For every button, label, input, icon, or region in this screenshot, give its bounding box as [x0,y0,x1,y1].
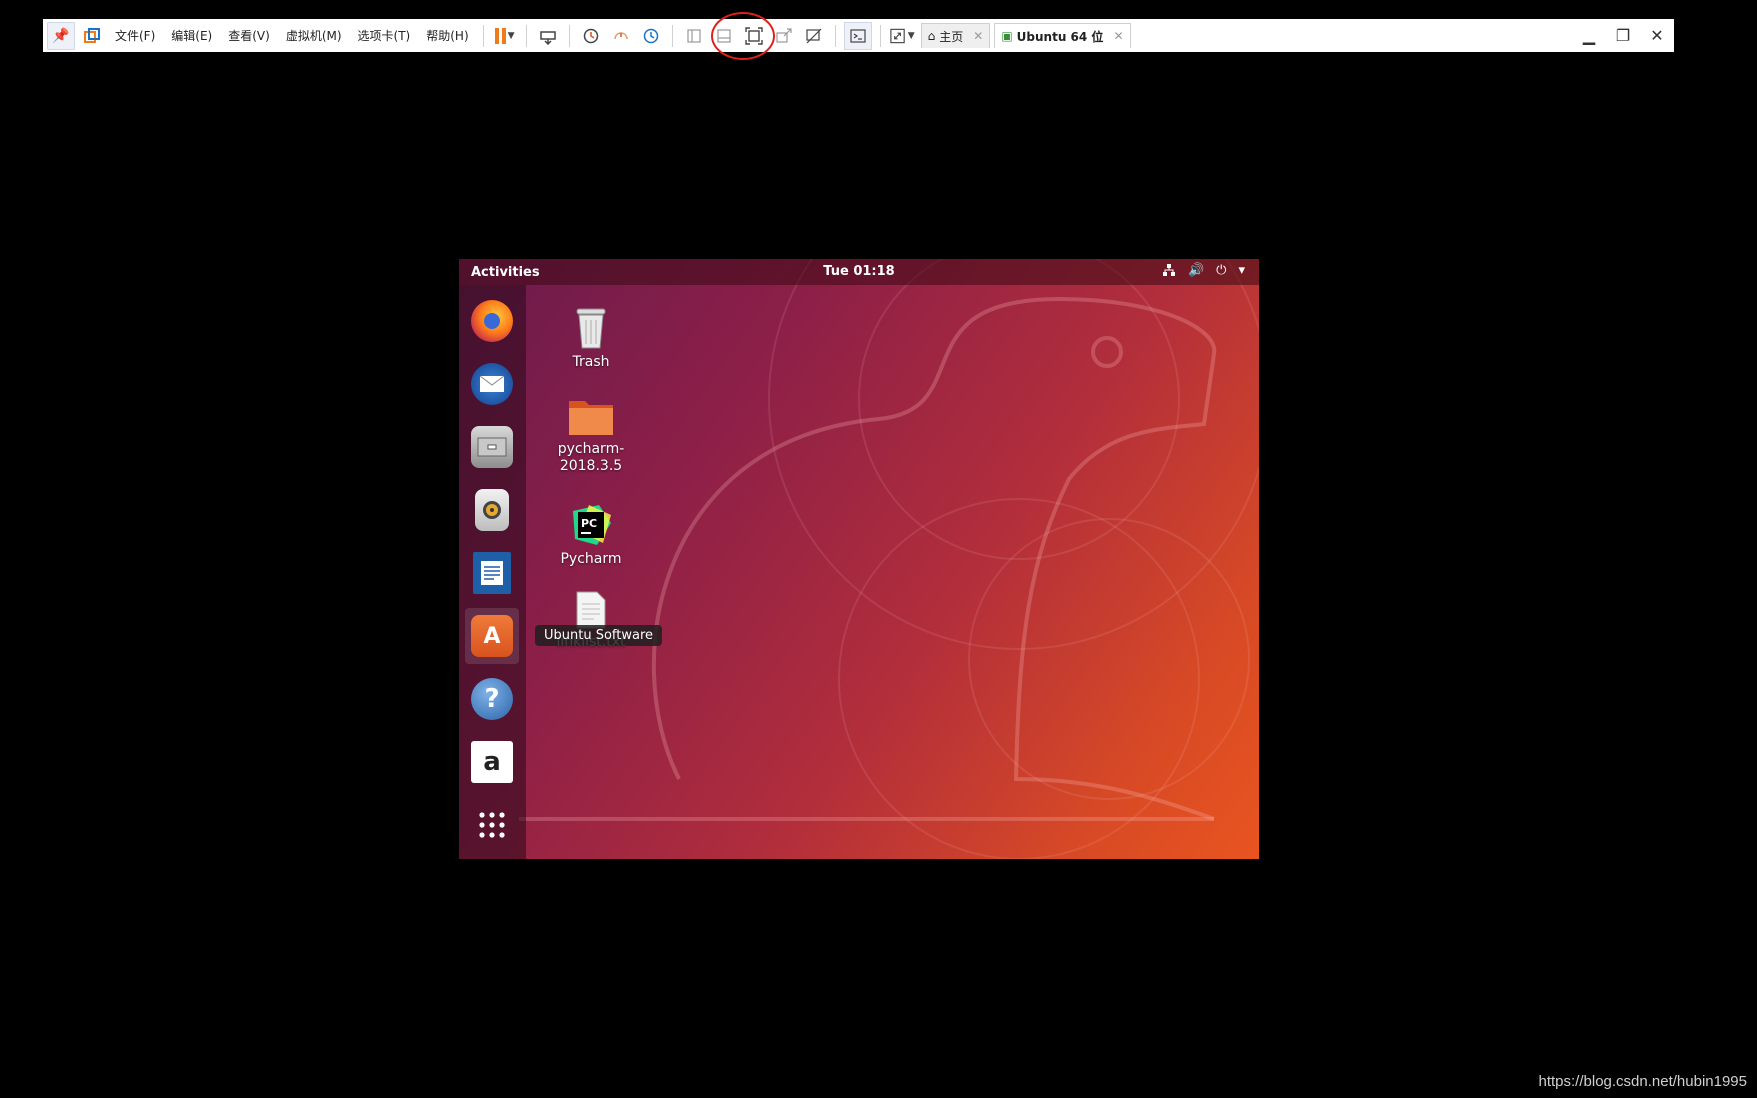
terminal-icon[interactable] [843,21,872,50]
minimize-icon[interactable]: ▁ [1578,25,1600,47]
restore-icon[interactable]: ❐ [1612,25,1634,47]
pycharm-icon: PC [569,503,613,547]
trash-label: Trash [572,354,610,370]
dock-item-thunderbird[interactable] [465,356,519,412]
toolbar-divider [879,24,881,47]
thumbnail-bar-icon[interactable] [711,23,737,49]
menu-edit[interactable]: 编辑(E) [163,27,220,44]
home-icon: ⌂ [927,29,936,43]
show-library-icon[interactable] [681,23,707,49]
close-icon[interactable]: ✕ [1113,29,1123,43]
dock-tooltip: Ubuntu Software [535,625,663,646]
revert-snapshot-icon[interactable] [608,23,634,49]
tab-home-label: 主页 [939,29,964,44]
pycharm-folder-label-line1: pycharm- [557,441,625,457]
toolbar-divider [525,24,527,47]
dock-item-show-applications[interactable] [465,797,519,853]
firefox-icon [471,300,513,342]
stretch-guest-icon[interactable]: ▼ [889,23,915,49]
dock-item-firefox[interactable] [465,293,519,349]
pause-icon[interactable]: ▼ [492,23,518,49]
watermark: https://blog.csdn.net/hubin1995 [1538,1073,1748,1090]
window-controls: ▁ ❐ ✕ [1578,25,1674,47]
chevron-down-icon[interactable]: ▾ [1238,263,1245,281]
files-icon [471,426,513,468]
toolbar-divider [482,24,484,47]
clock[interactable]: Tue 01:18 [459,264,1259,279]
close-icon[interactable]: ✕ [973,29,983,43]
text-file-icon [573,590,609,630]
dock-item-amazon[interactable]: a [465,734,519,790]
snapshot-icon[interactable] [578,23,604,49]
ubuntu-desktop[interactable]: Activities Tue 01:18 🔊 ⏻ ▾ A ? a Trash p… [459,259,1259,859]
dock-item-files[interactable] [465,419,519,475]
pycharm-folder-label-line2: 2018.3.5 [559,458,623,474]
pin-icon[interactable]: 📌 [47,21,75,50]
dock-item-ubuntu-software[interactable]: A [465,608,519,664]
close-window-icon[interactable]: ✕ [1646,25,1668,47]
app-grid-icon [471,804,513,846]
volume-icon[interactable]: 🔊 [1188,263,1204,281]
dock-item-writer[interactable] [465,545,519,601]
writer-icon [473,552,511,594]
vm-toolbar: 📌 文件(F) 编辑(E) 查看(V) 虚拟机(M) 选项卡(T) 帮助(H) … [43,19,1674,52]
amazon-icon: a [471,741,513,783]
unity-icon[interactable] [771,23,797,49]
toolbar-divider [834,24,836,47]
ubuntu-dock: A ? a [459,285,526,859]
send-ctrl-alt-del-icon[interactable] [535,23,561,49]
dock-item-rhythmbox[interactable] [465,482,519,538]
trash-icon [571,306,611,350]
svg-text:PC: PC [581,517,597,530]
help-icon: ? [471,678,513,720]
network-icon[interactable] [1162,263,1176,281]
gnome-top-bar: Activities Tue 01:18 🔊 ⏻ ▾ [459,259,1259,285]
menu-view[interactable]: 查看(V) [220,27,278,44]
console-view-icon[interactable] [801,23,827,49]
software-icon: A [471,615,513,657]
desktop-item-pycharm[interactable]: PC Pycharm [543,503,639,568]
dock-item-help[interactable]: ? [465,671,519,727]
vm-icon: ▣ [1001,29,1013,43]
folder-icon [567,397,615,437]
menu-tabs[interactable]: 选项卡(T) [350,27,419,44]
snapshot-manager-icon[interactable] [638,23,664,49]
desktop-item-pycharm-folder[interactable]: pycharm- 2018.3.5 [543,397,639,475]
power-icon[interactable]: ⏻ [1216,263,1226,281]
tab-home[interactable]: ⌂ 主页 ✕ [920,23,991,48]
menu-vm[interactable]: 虚拟机(M) [278,27,350,44]
menu-file[interactable]: 文件(F) [107,27,163,44]
full-screen-icon[interactable] [741,23,767,49]
tab-ubuntu-label: Ubuntu 64 位 [1016,29,1104,44]
system-tray[interactable]: 🔊 ⏻ ▾ [1162,263,1245,281]
menu-help[interactable]: 帮助(H) [418,27,476,44]
pycharm-label: Pycharm [560,551,622,567]
thunderbird-icon [471,363,513,405]
toolbar-divider [671,24,673,47]
toolbar-divider [568,24,570,47]
tab-ubuntu[interactable]: ▣ Ubuntu 64 位 ✕ [994,23,1131,48]
vmware-logo-icon[interactable] [79,23,105,49]
desktop-item-trash[interactable]: Trash [543,306,639,371]
rhythmbox-icon [475,489,509,531]
